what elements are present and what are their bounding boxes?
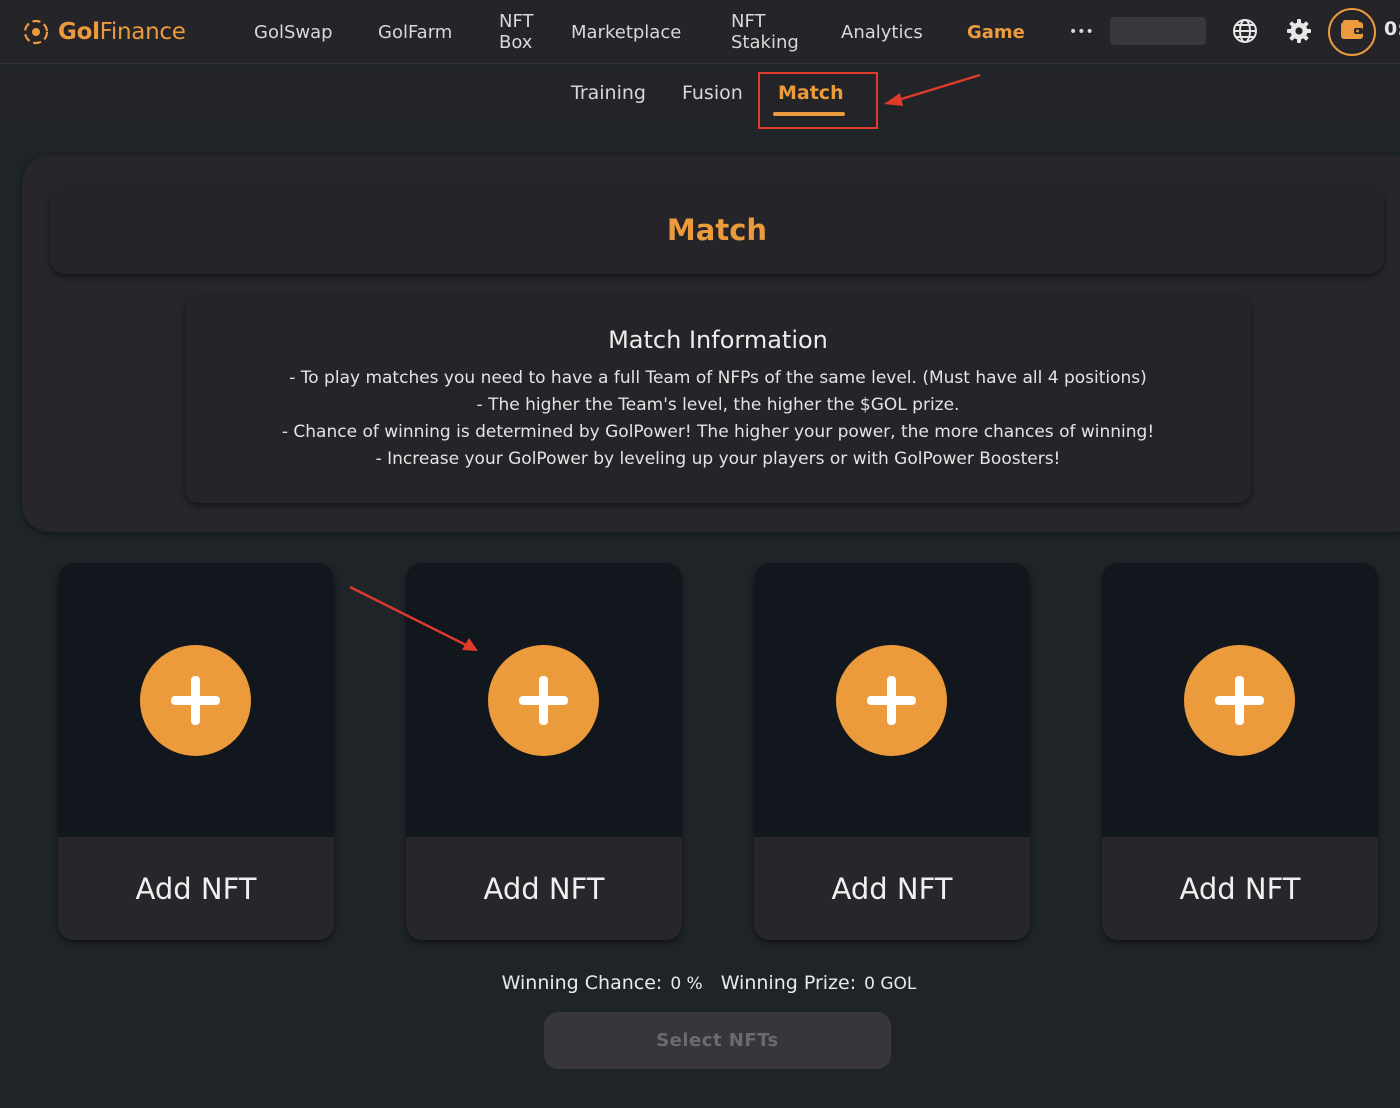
info-line: - To play matches you need to have a ful… — [289, 368, 1147, 388]
nft-slot-3[interactable]: Add NFT — [754, 563, 1030, 940]
logo[interactable]: GolFinance — [22, 17, 186, 47]
page-title: Match — [666, 213, 768, 247]
winning-prize-label: Winning Prize: — [720, 972, 857, 994]
match-info-card: Match Information - To play matches you … — [185, 296, 1251, 503]
wallet-icon — [1340, 19, 1364, 45]
slot-label: Add NFT — [406, 837, 682, 940]
select-nfts-button[interactable]: Select NFTs — [544, 1012, 891, 1069]
info-line: - Increase your GolPower by leveling up … — [375, 449, 1061, 469]
annotation-highlight-box — [758, 72, 878, 129]
slot-label: Add NFT — [1102, 837, 1378, 940]
winning-chance-value: 0 % — [670, 974, 703, 994]
add-nft-button[interactable] — [488, 645, 599, 756]
globe-icon[interactable] — [1230, 16, 1260, 46]
nav-overflow-text: 0: — [1384, 18, 1400, 40]
nav-game[interactable]: Game — [967, 0, 1025, 64]
winning-prize-value: 0 GOL — [864, 974, 917, 994]
slot-image-area — [58, 563, 334, 837]
nav-nft-staking[interactable]: NFT Staking — [731, 0, 799, 64]
nft-slot-1[interactable]: Add NFT — [58, 563, 334, 940]
nav-golfarm[interactable]: GolFarm — [378, 0, 452, 64]
add-nft-button[interactable] — [140, 645, 251, 756]
more-menu-icon[interactable]: ••• — [1069, 0, 1094, 64]
search-input[interactable] — [1110, 17, 1206, 45]
nav-analytics[interactable]: Analytics — [841, 0, 923, 64]
match-stats: Winning Chance: 0 % Winning Prize: 0 GOL — [0, 972, 1400, 994]
add-nft-button[interactable] — [1184, 645, 1295, 756]
tab-fusion[interactable]: Fusion — [682, 82, 743, 104]
slot-label: Add NFT — [754, 837, 1030, 940]
info-line: - Chance of winning is determined by Gol… — [281, 422, 1155, 442]
nav-golswap[interactable]: GolSwap — [254, 0, 333, 64]
tab-training[interactable]: Training — [571, 82, 646, 104]
logo-text: GolFinance — [58, 19, 186, 45]
slot-image-area — [754, 563, 1030, 837]
nav-nft-box[interactable]: NFT Box — [499, 0, 534, 64]
info-title: Match Information — [608, 326, 828, 354]
wallet-button[interactable] — [1328, 8, 1376, 56]
nft-slot-2[interactable]: Add NFT — [406, 563, 682, 940]
slot-image-area — [406, 563, 682, 837]
slot-image-area — [1102, 563, 1378, 837]
add-nft-button[interactable] — [836, 645, 947, 756]
match-title-card: Match — [50, 186, 1384, 274]
nft-slot-4[interactable]: Add NFT — [1102, 563, 1378, 940]
info-line: - The higher the Team's level, the highe… — [476, 395, 960, 415]
slot-label: Add NFT — [58, 837, 334, 940]
gear-icon[interactable] — [1284, 16, 1314, 46]
top-nav: GolFinance GolSwap GolFarm NFT Box Market… — [0, 0, 1400, 64]
logo-ball-icon — [22, 18, 50, 46]
nav-marketplace[interactable]: Marketplace — [571, 0, 681, 64]
winning-chance-label: Winning Chance: — [501, 972, 663, 994]
